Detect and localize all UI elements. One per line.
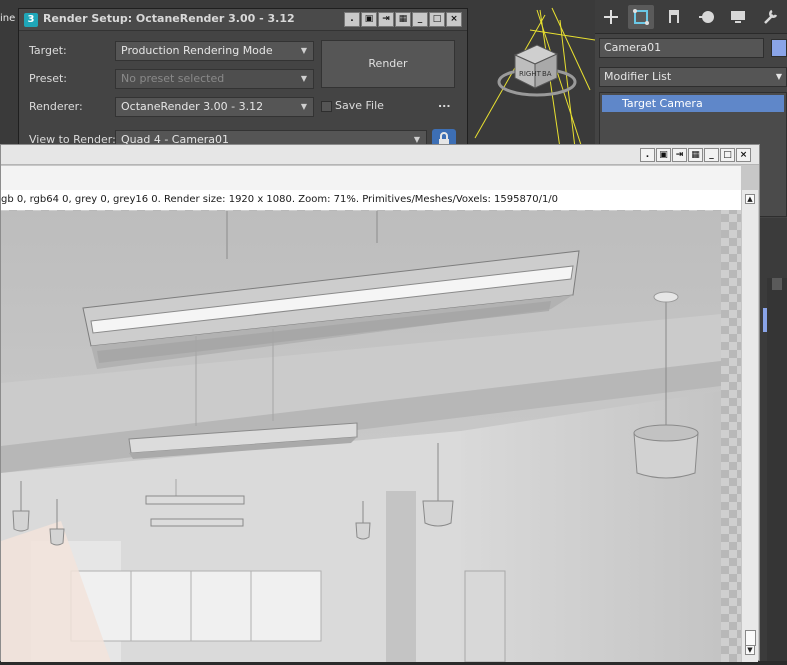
scrollbar-thumb[interactable] <box>745 630 756 646</box>
dot-button[interactable]: . <box>344 12 360 27</box>
render-setup-dialog: 3 Render Setup: OctaneRender 3.00 - 3.12… <box>18 8 468 156</box>
browse-button[interactable]: ... <box>438 97 451 110</box>
frame-buffer-window: . ▣ ⇥ ▦ _ □ × gb 0, rgb64 0, grey 0, gre… <box>0 144 760 663</box>
pin-button[interactable]: ▣ <box>656 148 671 162</box>
close-button[interactable]: × <box>446 12 462 27</box>
dock-button[interactable]: ⇥ <box>672 148 687 162</box>
render-info-text: gb 0, rgb64 0, grey 0, grey16 0. Render … <box>1 194 559 205</box>
target-value: Production Rendering Mode <box>121 44 273 57</box>
create-tab[interactable] <box>598 5 624 29</box>
render-button[interactable]: Render <box>321 40 455 88</box>
scroll-up-icon[interactable]: ▲ <box>745 194 755 204</box>
preset-label: Preset: <box>29 72 68 85</box>
max-logo-icon: 3 <box>24 13 38 27</box>
dot-button[interactable]: . <box>640 148 655 162</box>
render-setup-titlebar[interactable]: 3 Render Setup: OctaneRender 3.00 - 3.12… <box>19 9 467 31</box>
stack-item-target-camera[interactable]: Target Camera <box>602 95 784 112</box>
render-setup-title: Render Setup: OctaneRender 3.00 - 3.12 <box>43 12 295 25</box>
viewcube-right-label: BA <box>542 70 552 78</box>
command-panel-tabs <box>595 0 787 34</box>
command-panel-scrollbar[interactable] <box>767 278 787 661</box>
frame-buffer-titlebar[interactable]: . ▣ ⇥ ▦ _ □ × <box>1 145 759 165</box>
utilities-icon <box>764 9 778 24</box>
maximize-button[interactable]: □ <box>720 148 735 162</box>
motion-icon <box>699 11 714 23</box>
save-file-label: Save File <box>335 99 384 112</box>
pin-button[interactable]: ▣ <box>361 12 377 27</box>
viewport-label[interactable]: ine <box>0 13 15 24</box>
hierarchy-icon <box>669 10 679 23</box>
viewcube[interactable]: RIGHT BA <box>497 20 579 100</box>
modifier-list-dropdown[interactable]: Modifier List ▼ <box>599 67 787 87</box>
scrollbar-thumb[interactable] <box>772 278 782 290</box>
chevron-down-icon: ▼ <box>300 102 307 111</box>
chevron-down-icon: ▼ <box>775 72 782 81</box>
display-icon <box>731 11 745 23</box>
renderer-dropdown[interactable]: OctaneRender 3.00 - 3.12 ▼ <box>115 97 314 117</box>
motion-tab[interactable] <box>693 5 719 29</box>
viewcube-left-label: RIGHT <box>519 70 542 78</box>
save-file-checkbox[interactable] <box>321 101 332 112</box>
plus-icon <box>604 10 618 24</box>
scroll-down-icon[interactable]: ▼ <box>745 645 755 655</box>
float-button[interactable]: ▦ <box>395 12 411 27</box>
chevron-down-icon: ▼ <box>300 74 307 83</box>
rendered-image <box>1 211 721 663</box>
modify-tab[interactable] <box>628 5 654 29</box>
close-button[interactable]: × <box>736 148 751 162</box>
renderer-label: Renderer: <box>29 100 83 113</box>
renderer-value: OctaneRender 3.00 - 3.12 <box>121 100 264 113</box>
modifier-list-label: Modifier List <box>604 70 672 83</box>
float-button[interactable]: ▦ <box>688 148 703 162</box>
dock-button[interactable]: ⇥ <box>378 12 394 27</box>
object-color-swatch[interactable] <box>771 39 787 57</box>
object-name-field[interactable]: Camera01 <box>599 38 764 58</box>
preset-value: No preset selected <box>121 72 225 85</box>
utilities-tab[interactable] <box>757 5 783 29</box>
frame-buffer-toolbar <box>1 166 741 190</box>
minimize-button[interactable]: _ <box>704 148 719 162</box>
hierarchy-tab[interactable] <box>661 5 687 29</box>
minimize-button[interactable]: _ <box>412 12 428 27</box>
frame-buffer-status-bar: gb 0, rgb64 0, grey 0, grey16 0. Render … <box>1 190 741 210</box>
frame-buffer-scrollbar[interactable]: ▲ ▼ <box>741 190 758 662</box>
target-dropdown[interactable]: Production Rendering Mode ▼ <box>115 41 314 61</box>
maximize-button[interactable]: □ <box>429 12 445 27</box>
target-label: Target: <box>29 44 67 57</box>
modify-icon <box>633 9 649 25</box>
preset-dropdown[interactable]: No preset selected ▼ <box>115 69 314 89</box>
display-tab[interactable] <box>725 5 751 29</box>
chevron-down-icon: ▼ <box>300 46 307 55</box>
